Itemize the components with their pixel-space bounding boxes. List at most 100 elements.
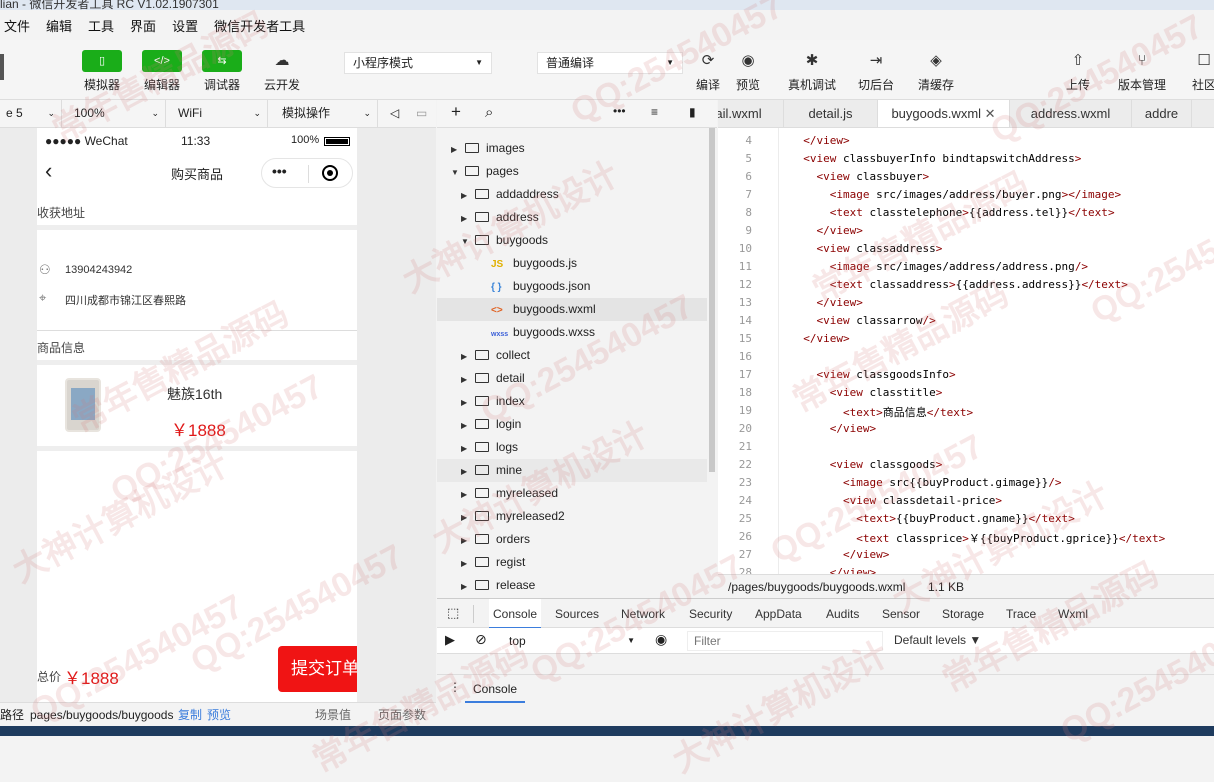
tree-scrollbar[interactable]	[709, 128, 715, 472]
params-button[interactable]: 页面参数	[378, 703, 426, 727]
add-icon[interactable]: +	[451, 102, 461, 122]
tree-item-myreleased2[interactable]: ▶ myreleased2	[437, 505, 707, 528]
tree-item-release[interactable]: ▶ release	[437, 574, 707, 597]
devtools-tab-console[interactable]: Console	[489, 599, 542, 629]
chevron-right-icon[interactable]: ▶	[461, 207, 475, 230]
menu-devtools[interactable]: 微信开发者工具	[214, 16, 305, 35]
inspect-icon[interactable]: ⬚	[447, 605, 459, 621]
tree-item-buygoods-json[interactable]: { } buygoods.json	[437, 275, 707, 298]
menu-file[interactable]: 文件	[4, 16, 30, 35]
tree-item-pages[interactable]: ▼ pages	[437, 160, 707, 183]
devtools-tab-audits[interactable]: Audits	[826, 599, 859, 629]
simulator-button[interactable]: ▯ 模拟器	[74, 50, 130, 93]
device-select[interactable]: e 5 ⌄	[0, 100, 62, 127]
tree-item-mine[interactable]: ▶ mine	[437, 459, 707, 482]
code-line[interactable]: <text classaddress>{{address.address}}</…	[790, 278, 1128, 291]
chevron-right-icon[interactable]: ▶	[461, 345, 475, 368]
code-line[interactable]: </view>	[790, 566, 876, 574]
context-select[interactable]: top ▼	[501, 631, 641, 651]
sidebar-toggle-icon[interactable]: ▶	[445, 632, 455, 648]
tree-item-collect[interactable]: ▶ collect	[437, 344, 707, 367]
chevron-right-icon[interactable]: ▶	[461, 368, 475, 391]
chevron-right-icon[interactable]: ▶	[461, 506, 475, 529]
devtools-tab-trace[interactable]: Trace	[1006, 599, 1036, 629]
chevron-right-icon[interactable]: ▶	[461, 483, 475, 506]
tree-item-buygoods-wxml[interactable]: <> buygoods.wxml	[437, 298, 707, 321]
tab-addre[interactable]: addre	[1132, 100, 1192, 127]
code-line[interactable]: <view classtitle>	[790, 386, 943, 399]
clear-cache-button[interactable]: ◈ 清缓存	[908, 50, 964, 93]
version-button[interactable]: ⑂ 版本管理	[1112, 50, 1172, 93]
chevron-right-icon[interactable]: ▶	[461, 575, 475, 598]
menu-edit[interactable]: 编辑	[46, 16, 72, 35]
operation-select[interactable]: 模拟操作 ⌄	[276, 100, 378, 127]
code-line[interactable]: </view>	[790, 548, 889, 561]
close-icon[interactable]: ✕	[981, 106, 996, 121]
more-icon[interactable]: •••	[613, 104, 626, 118]
community-button[interactable]: ☐ 社区	[1184, 50, 1214, 93]
console-filter-input[interactable]	[687, 631, 883, 651]
tree-item-orders[interactable]: ▶ orders	[437, 528, 707, 551]
code-line[interactable]: </view>	[790, 134, 849, 147]
menu-settings[interactable]: 设置	[172, 16, 198, 35]
code-line[interactable]: <image src/images/address/buyer.png></im…	[790, 188, 1121, 201]
popout-icon[interactable]: ▭	[410, 100, 434, 127]
layout-icon[interactable]: ▮	[689, 105, 696, 119]
collapse-icon[interactable]: ≡	[651, 105, 658, 119]
volume-icon[interactable]: ◁	[384, 100, 408, 127]
close-mini-icon[interactable]	[322, 165, 338, 181]
tree-item-logs[interactable]: ▶ logs	[437, 436, 707, 459]
code-line[interactable]: </view>	[790, 332, 849, 345]
code-line[interactable]: </view>	[790, 422, 876, 435]
chevron-right-icon[interactable]: ▶	[461, 437, 475, 460]
chevron-right-icon[interactable]: ▶	[461, 529, 475, 552]
devtools-tab-sources[interactable]: Sources	[555, 599, 599, 629]
chevron-right-icon[interactable]: ▶	[461, 184, 475, 207]
tree-item-login[interactable]: ▶ login	[437, 413, 707, 436]
remote-debug-button[interactable]: ✱ 真机调试	[784, 50, 840, 93]
copy-link[interactable]: 复制	[178, 703, 202, 727]
tab-detail-js[interactable]: detail.js	[784, 100, 878, 127]
code-line[interactable]: <view classbuyer>	[790, 170, 930, 183]
tab-ail-wxml[interactable]: ail.wxml	[718, 100, 784, 127]
avatar[interactable]	[0, 54, 4, 80]
chevron-down-icon[interactable]: ▼	[451, 161, 465, 184]
code-line[interactable]: <view classgoods>	[790, 458, 943, 471]
preview-button[interactable]: ◉ 预览	[720, 50, 776, 93]
tree-item-index[interactable]: ▶ index	[437, 390, 707, 413]
devtools-tab-network[interactable]: Network	[621, 599, 665, 629]
upload-button[interactable]: ⇧ 上传	[1050, 50, 1106, 93]
tree-item-myreleased[interactable]: ▶ myreleased	[437, 482, 707, 505]
tree-item-regist[interactable]: ▶ regist	[437, 551, 707, 574]
chevron-down-icon[interactable]: ▼	[461, 230, 475, 253]
code-line[interactable]: <text>商品信息</text>	[790, 404, 973, 420]
compile-mode-select[interactable]: 普通编译 ▼	[537, 52, 683, 74]
debugger-button[interactable]: ⇆ 调试器	[194, 50, 250, 93]
code-line[interactable]: <text>{{buyProduct.gname}}</text>	[790, 512, 1075, 525]
address-card[interactable]: ⚇ 13904243942 ⌖ 四川成都市锦江区春熙路	[37, 232, 357, 330]
devtools-tab-wxml[interactable]: Wxml	[1058, 599, 1088, 629]
network-select[interactable]: WiFi ⌄	[172, 100, 268, 127]
eye-icon[interactable]: ◉	[655, 631, 667, 648]
tree-item-buygoods-wxss[interactable]: wxss buygoods.wxss	[437, 321, 707, 344]
more-icon[interactable]: •••	[272, 163, 287, 179]
code-line[interactable]: <image src/images/address/address.png/>	[790, 260, 1088, 273]
tree-item-address[interactable]: ▶ address	[437, 206, 707, 229]
chevron-right-icon[interactable]: ▶	[461, 414, 475, 437]
editor-button[interactable]: </> 编辑器	[134, 50, 190, 93]
tree-item-images[interactable]: ▶ images	[437, 137, 707, 160]
drawer-tab-console[interactable]: Console	[465, 675, 526, 703]
devtools-tab-sensor[interactable]: Sensor	[882, 599, 920, 629]
tab-buygoods-wxml[interactable]: buygoods.wxml ✕	[878, 100, 1010, 127]
drawer-menu-icon[interactable]: ⋮	[449, 680, 461, 694]
devtools-tab-appdata[interactable]: AppData	[755, 599, 802, 629]
code-line[interactable]: <view classbuyerInfo bindtapswitchAddres…	[790, 152, 1081, 165]
code-line[interactable]: <image src{{buyProduct.gimage}}/>	[790, 476, 1062, 489]
code-editor[interactable]: 4 </view> 5 <view classbuyerInfo bindtaps…	[718, 128, 1214, 574]
devtools-tab-storage[interactable]: Storage	[942, 599, 984, 629]
code-line[interactable]: <view classgoodsInfo>	[790, 368, 956, 381]
tree-item-detail[interactable]: ▶ detail	[437, 367, 707, 390]
menu-view[interactable]: 界面	[130, 16, 156, 35]
tree-item-addaddress[interactable]: ▶ addaddress	[437, 183, 707, 206]
log-levels-select[interactable]: Default levels ▼	[894, 633, 981, 647]
